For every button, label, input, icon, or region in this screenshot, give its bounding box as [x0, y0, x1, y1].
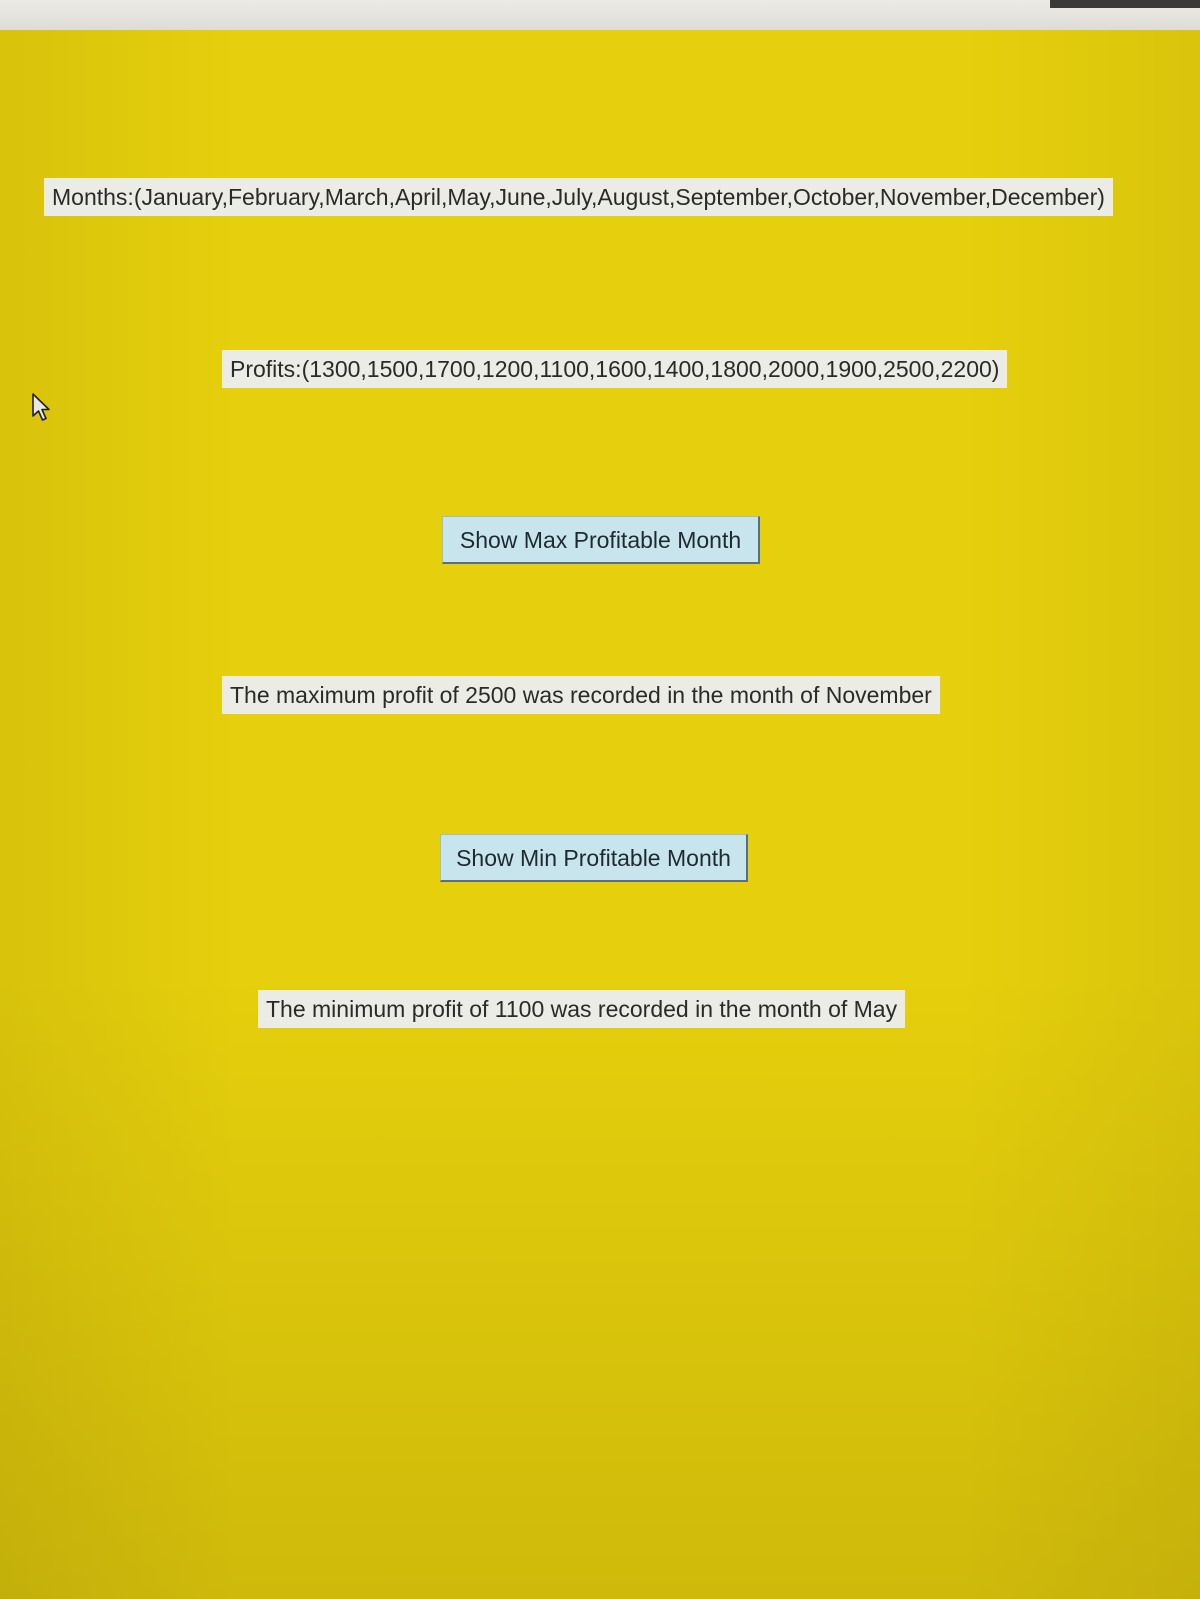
max-profit-result-label: The maximum profit of 2500 was recorded … [222, 676, 940, 714]
min-profit-result-label: The minimum profit of 1100 was recorded … [258, 990, 906, 1028]
window-top-edge [1050, 0, 1200, 8]
mouse-pointer-icon [32, 393, 50, 421]
show-max-profitable-month-button[interactable]: Show Max Profitable Month [442, 516, 760, 564]
show-min-profitable-month-button[interactable]: Show Min Profitable Month [440, 834, 748, 882]
app-canvas [0, 30, 1200, 1599]
profits-label: Profits:(1300,1500,1700,1200,1100,1600,1… [222, 350, 1008, 388]
months-label: Months:(January,February,March,April,May… [44, 178, 1113, 216]
